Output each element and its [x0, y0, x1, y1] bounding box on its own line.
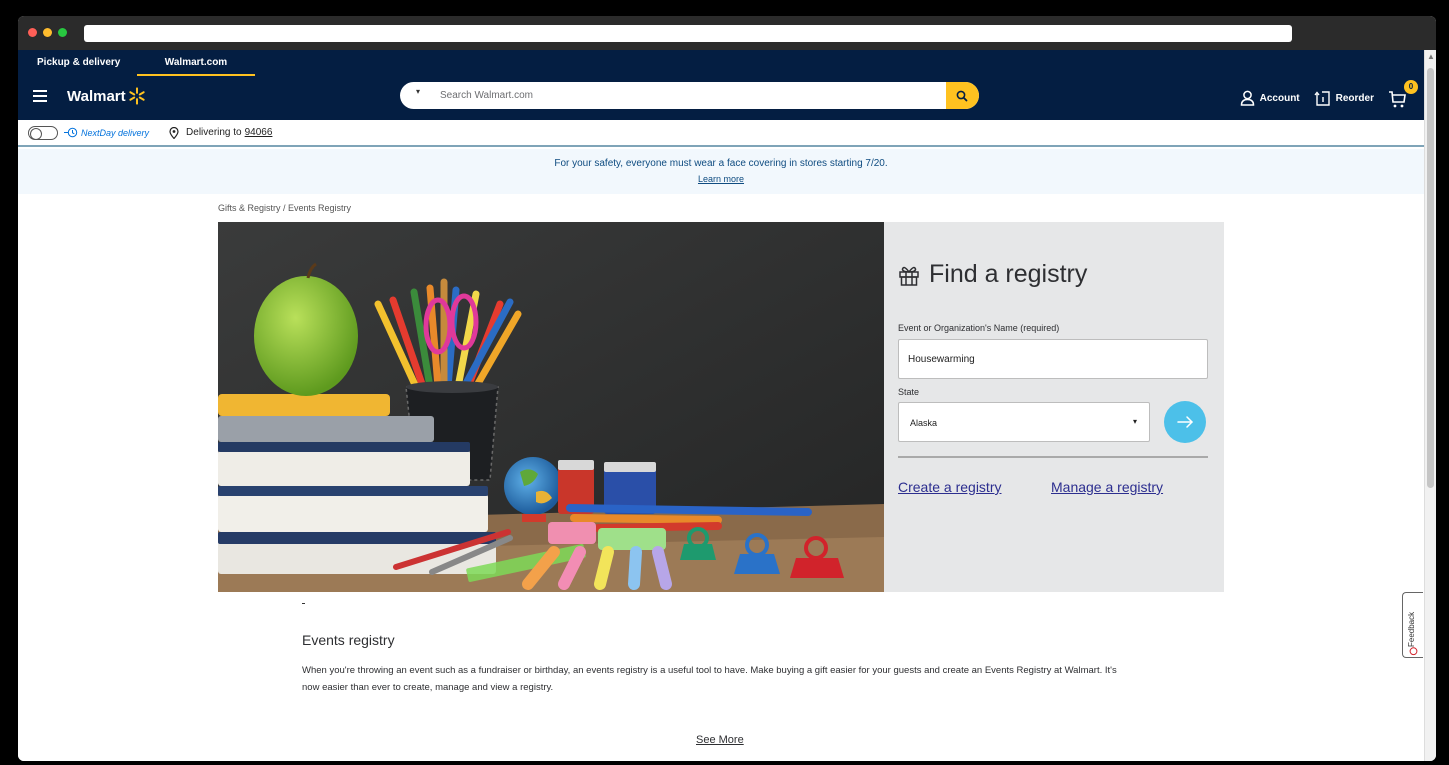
- breadcrumb[interactable]: Gifts & Registry / Events Registry: [218, 203, 351, 213]
- feedback-tab[interactable]: Feedback: [1402, 592, 1423, 658]
- delivery-location[interactable]: Delivering to 94066: [169, 126, 273, 139]
- safety-banner: For your safety, everyone must wear a fa…: [18, 149, 1424, 194]
- manage-registry-link[interactable]: Manage a registry: [1051, 479, 1163, 495]
- logo-text: Walmart: [67, 87, 126, 105]
- delivering-label: Delivering to: [186, 127, 242, 138]
- walmart-page: Pickup & delivery Walmart.com Walmart ▾ …: [18, 50, 1424, 761]
- reorder-label: Reorder: [1335, 92, 1374, 104]
- find-registry-heading: Find a registry: [898, 260, 1087, 289]
- scroll-up-icon[interactable]: ▲: [1427, 52, 1435, 61]
- cart-button[interactable]: 0: [1388, 80, 1418, 110]
- banner-message: For your safety, everyone must wear a fa…: [554, 158, 888, 169]
- event-name-input[interactable]: [898, 339, 1208, 379]
- arrow-right-icon: [1177, 416, 1193, 428]
- account-label: Account: [1259, 92, 1300, 104]
- search-input[interactable]: Search Walmart.com: [440, 90, 533, 101]
- hero-image: [218, 222, 884, 592]
- page-scrollbar[interactable]: ▲: [1424, 50, 1436, 761]
- delivery-bar: NextDay delivery Delivering to 94066: [18, 120, 1424, 147]
- cart-count-badge: 0: [1404, 80, 1418, 94]
- divider-mark: [302, 603, 305, 604]
- address-bar[interactable]: [84, 25, 1292, 42]
- nextday-toggle[interactable]: [28, 125, 58, 140]
- event-name-label: Event or Organization's Name (required): [898, 323, 1060, 333]
- search-button[interactable]: [946, 82, 979, 109]
- search-icon: [956, 90, 968, 102]
- reorder-icon: [1314, 91, 1330, 106]
- reorder-button[interactable]: Reorder: [1314, 90, 1374, 106]
- hamburger-menu-icon[interactable]: [33, 90, 47, 102]
- location-pin-icon: [169, 126, 179, 139]
- nextday-clock-icon: [64, 127, 78, 138]
- top-tabs: Pickup & delivery Walmart.com: [18, 50, 255, 76]
- events-registry-description: When you're throwing an event such as a …: [302, 665, 1117, 693]
- walmart-logo[interactable]: Walmart: [67, 87, 146, 105]
- search-registry-button[interactable]: [1164, 401, 1206, 443]
- events-registry-heading: Events registry: [302, 632, 395, 648]
- gift-icon: [899, 266, 919, 286]
- cart-icon: [1389, 91, 1406, 108]
- chat-bubble-icon: [1409, 647, 1418, 656]
- site-header: Pickup & delivery Walmart.com Walmart ▾ …: [18, 50, 1424, 120]
- see-more-link[interactable]: See More: [696, 734, 744, 746]
- nextday-label: NextDay delivery: [81, 127, 150, 138]
- minimize-window-button[interactable]: [43, 28, 52, 37]
- search-department-dropdown[interactable]: ▾: [416, 87, 420, 96]
- create-registry-link[interactable]: Create a registry: [898, 479, 1001, 495]
- school-supplies-illustration: [218, 222, 884, 592]
- account-icon: [1240, 90, 1254, 106]
- zip-code-link[interactable]: 94066: [245, 127, 273, 138]
- state-select[interactable]: Alaska ▾: [898, 402, 1150, 442]
- feedback-label: Feedback: [1407, 611, 1416, 647]
- search-bar: ▾ Search Walmart.com: [400, 82, 979, 109]
- panel-divider: [898, 456, 1208, 458]
- find-registry-title: Find a registry: [929, 260, 1088, 288]
- scrollbar-thumb[interactable]: [1427, 68, 1434, 488]
- browser-toolbar: [18, 16, 1436, 50]
- browser-window: Pickup & delivery Walmart.com Walmart ▾ …: [18, 16, 1436, 761]
- spark-icon: [128, 87, 145, 105]
- header-actions: Account Reorder 0: [1240, 80, 1418, 110]
- state-label: State: [898, 387, 920, 397]
- chevron-down-icon: ▾: [1132, 417, 1137, 426]
- maximize-window-button[interactable]: [58, 28, 67, 37]
- tab-walmart-com[interactable]: Walmart.com: [137, 50, 255, 76]
- learn-more-link[interactable]: Learn more: [698, 174, 744, 184]
- state-selected-value: Alaska: [910, 418, 938, 428]
- find-registry-panel: Find a registry Event or Organization's …: [884, 222, 1224, 592]
- tab-pickup-delivery[interactable]: Pickup & delivery: [37, 50, 137, 76]
- account-button[interactable]: Account: [1240, 90, 1300, 106]
- nextday-delivery: NextDay delivery: [64, 127, 149, 138]
- close-window-button[interactable]: [28, 28, 37, 37]
